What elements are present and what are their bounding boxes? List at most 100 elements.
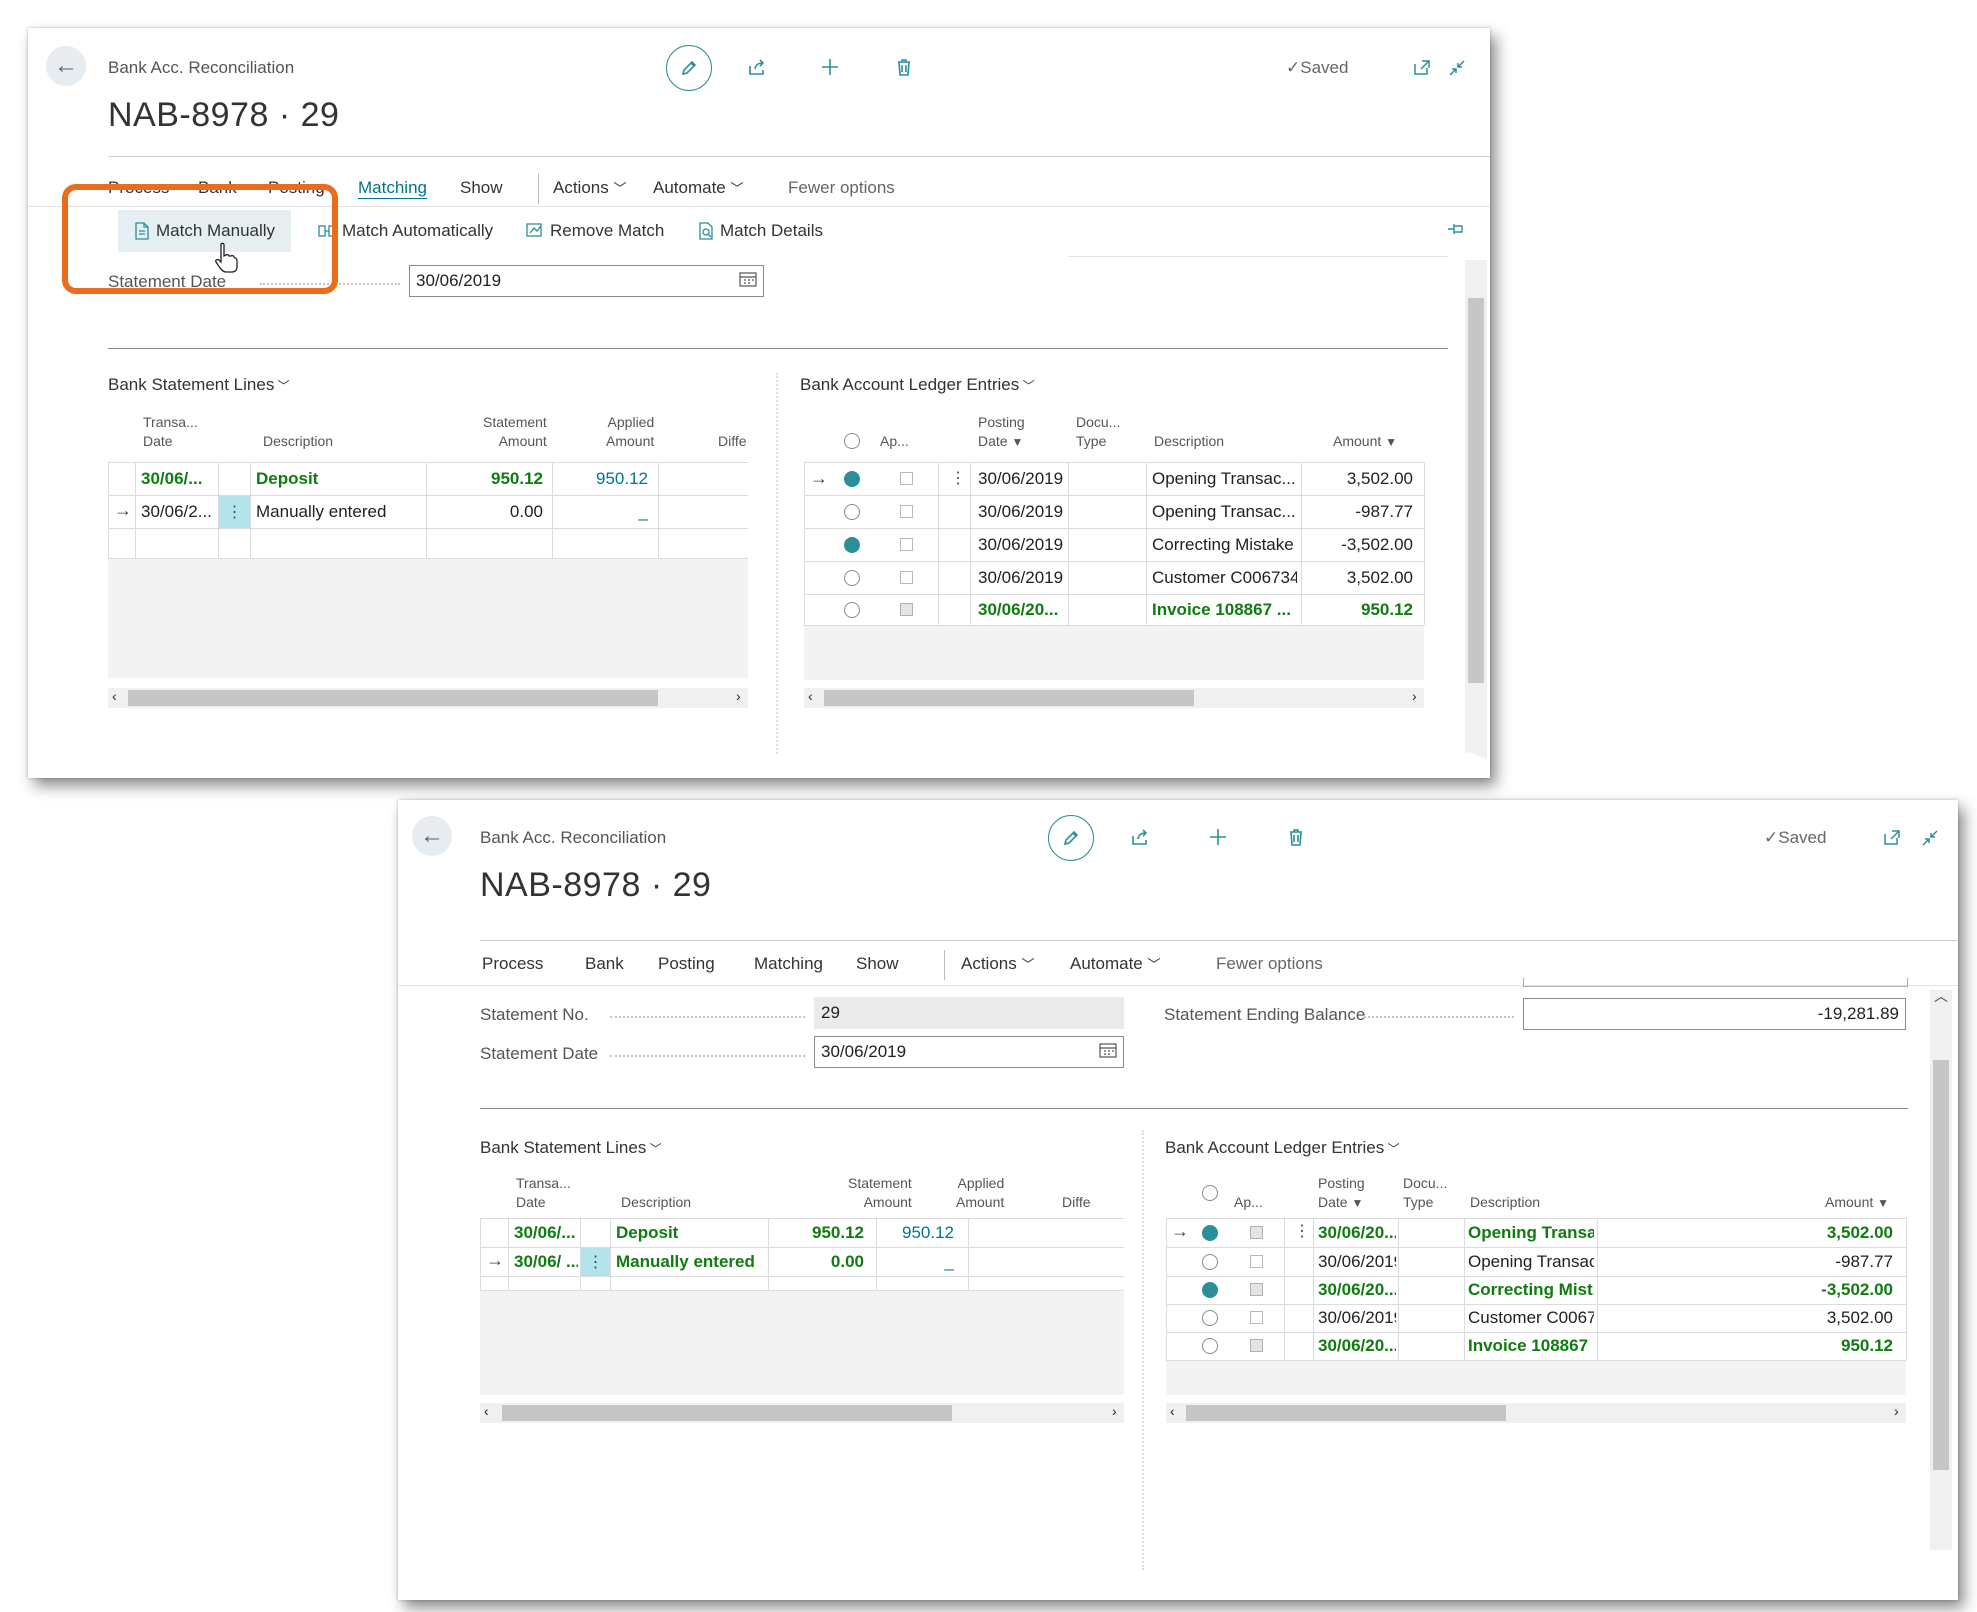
stmt-row2-applied-amount[interactable]: _ — [558, 502, 648, 522]
scroll-right-icon[interactable]: › — [1112, 1403, 1117, 1419]
ledger-row3-date[interactable]: 30/06/2019 — [978, 535, 1063, 555]
open-new-window-button[interactable] — [1408, 54, 1436, 82]
row-select-radio[interactable] — [844, 471, 860, 487]
ledger-row1-date[interactable]: 30/06/2019 — [978, 469, 1063, 489]
ledger-row3-amount[interactable]: -3,502.00 — [1308, 535, 1413, 555]
edit-button[interactable] — [1048, 815, 1094, 861]
new-button[interactable] — [816, 53, 844, 81]
col-transaction-date[interactable]: Transa... Date — [516, 1174, 571, 1212]
menu-show[interactable]: Show — [856, 954, 899, 974]
ledger-row4-description[interactable]: Customer C006734 — [1152, 568, 1297, 588]
ledger-row1-description[interactable]: Opening Transac... — [1152, 469, 1297, 489]
stmt-row2-description[interactable]: Manually entered — [616, 1252, 755, 1272]
menu-show[interactable]: Show — [460, 178, 503, 198]
collapse-button[interactable] — [1443, 54, 1471, 82]
row-select-radio[interactable] — [1202, 1338, 1218, 1354]
row-menu-button[interactable]: ⋮ — [581, 1248, 610, 1276]
col-difference[interactable]: Diffe — [1062, 1193, 1091, 1212]
stmt-row2-statement-amount[interactable]: 0.00 — [774, 1252, 864, 1272]
col-amount[interactable]: Amount ▼ — [1825, 1193, 1889, 1213]
col-applied[interactable]: Ap... — [1234, 1193, 1263, 1212]
stmt-row1-date[interactable]: 30/06/... — [514, 1223, 578, 1243]
applied-checkbox[interactable] — [1250, 1226, 1263, 1239]
menu-posting[interactable]: Posting — [658, 954, 715, 974]
menu-matching[interactable]: Matching — [358, 178, 427, 198]
scroll-left-icon[interactable]: ‹ — [808, 688, 813, 704]
delete-button[interactable] — [890, 53, 918, 81]
back-button[interactable]: ← — [46, 46, 86, 86]
bank-statement-lines-title[interactable]: Bank Statement Lines ﹀ — [108, 375, 290, 395]
ledger-row2-amount[interactable]: -987.77 — [1308, 502, 1413, 522]
row-select-radio[interactable] — [844, 537, 860, 553]
edit-button[interactable] — [666, 45, 712, 91]
col-posting-date[interactable]: Posting Date ▼ — [1318, 1174, 1365, 1213]
ledger-row5-description[interactable]: Invoice 108867 ... — [1468, 1336, 1594, 1356]
horizontal-scroll-thumb[interactable] — [824, 690, 1194, 706]
ledger-row1-amount[interactable]: 3,502.00 — [1308, 469, 1413, 489]
stmt-row1-applied-amount[interactable]: 950.12 — [558, 469, 648, 489]
row-menu-button[interactable]: ⋮ — [219, 496, 250, 528]
match-automatically-button[interactable]: Match Automatically — [318, 210, 493, 252]
stmt-row1-date[interactable]: 30/06/... — [141, 469, 216, 489]
col-transaction-date[interactable]: Transa... Date — [143, 413, 198, 451]
stmt-row1-statement-amount[interactable]: 950.12 — [433, 469, 543, 489]
applied-checkbox[interactable] — [900, 571, 913, 584]
row-select-radio[interactable] — [844, 504, 860, 520]
bank-statement-lines-title[interactable]: Bank Statement Lines ﹀ — [480, 1138, 662, 1158]
share-button[interactable] — [1126, 823, 1154, 851]
row-select-radio[interactable] — [1202, 1254, 1218, 1270]
horizontal-scroll-thumb[interactable] — [502, 1405, 952, 1421]
ledger-row3-description[interactable]: Correcting Mist... — [1468, 1280, 1594, 1300]
open-new-window-button[interactable] — [1878, 824, 1906, 852]
applied-checkbox[interactable] — [900, 538, 913, 551]
ledger-row2-description[interactable]: Opening Transac... — [1152, 502, 1297, 522]
menu-bank[interactable]: Bank — [585, 954, 624, 974]
col-description[interactable]: Description — [621, 1193, 691, 1212]
ending-balance-field[interactable]: -19,281.89 — [1523, 998, 1906, 1030]
row-select-radio[interactable] — [844, 602, 860, 618]
stmt-row2-date[interactable]: 30/06/ ... — [514, 1252, 578, 1272]
scroll-right-icon[interactable]: › — [736, 688, 741, 704]
col-document-type[interactable]: Docu... Type — [1076, 413, 1120, 451]
stmt-row2-statement-amount[interactable]: 0.00 — [433, 502, 543, 522]
col-applied-amount[interactable]: Applied Amount — [606, 413, 654, 451]
applied-checkbox[interactable] — [1250, 1311, 1263, 1324]
statement-date-field[interactable]: 30/06/2019 — [814, 1036, 1124, 1068]
horizontal-scroll-thumb[interactable] — [1186, 1405, 1506, 1421]
col-difference[interactable]: Diffe — [718, 432, 747, 451]
share-button[interactable] — [743, 53, 771, 81]
scroll-left-icon[interactable]: ‹ — [1170, 1403, 1175, 1419]
col-posting-date[interactable]: Posting Date ▼ — [978, 413, 1025, 452]
menu-automate[interactable]: Automate ﹀ — [653, 178, 744, 198]
ledger-row5-amount[interactable]: 950.12 — [1603, 1336, 1893, 1356]
ledger-row2-description[interactable]: Opening Transac... — [1468, 1252, 1594, 1272]
horizontal-scroll-thumb[interactable] — [128, 690, 658, 706]
match-details-button[interactable]: Match Details — [698, 210, 823, 252]
applied-checkbox[interactable] — [900, 472, 913, 485]
back-button[interactable]: ← — [412, 816, 452, 856]
stmt-row1-description[interactable]: Deposit — [256, 469, 318, 489]
ledger-row1-description[interactable]: Opening Transa... — [1468, 1223, 1594, 1243]
more-vertical-icon[interactable]: ⋮ — [1294, 1221, 1310, 1241]
col-document-type[interactable]: Docu... Type — [1403, 1174, 1447, 1212]
row-select-radio[interactable] — [1202, 1310, 1218, 1326]
scroll-up-icon[interactable]: ︿ — [1934, 986, 1948, 1006]
delete-button[interactable] — [1282, 823, 1310, 851]
stmt-row1-applied-amount[interactable]: 950.12 — [878, 1223, 954, 1243]
remove-match-button[interactable]: Remove Match — [526, 210, 664, 252]
select-all-radio[interactable] — [844, 433, 860, 449]
ledger-row4-amount[interactable]: 3,502.00 — [1603, 1308, 1893, 1328]
row-select-radio[interactable] — [1202, 1282, 1218, 1298]
stmt-row1-statement-amount[interactable]: 950.12 — [774, 1223, 864, 1243]
ledger-row4-description[interactable]: Customer C006734 — [1468, 1308, 1594, 1328]
col-amount[interactable]: Amount ▼ — [1333, 432, 1397, 452]
ledger-row1-amount[interactable]: 3,502.00 — [1603, 1223, 1893, 1243]
stmt-row2-description[interactable]: Manually entered — [256, 502, 386, 522]
applied-checkbox[interactable] — [900, 505, 913, 518]
select-all-radio[interactable] — [1202, 1185, 1218, 1201]
stmt-row1-description[interactable]: Deposit — [616, 1223, 678, 1243]
row-select-radio[interactable] — [1202, 1225, 1218, 1241]
ledger-row1-date[interactable]: 30/06/20... — [1318, 1223, 1396, 1243]
applied-checkbox[interactable] — [1250, 1283, 1263, 1296]
applied-checkbox[interactable] — [900, 603, 913, 616]
